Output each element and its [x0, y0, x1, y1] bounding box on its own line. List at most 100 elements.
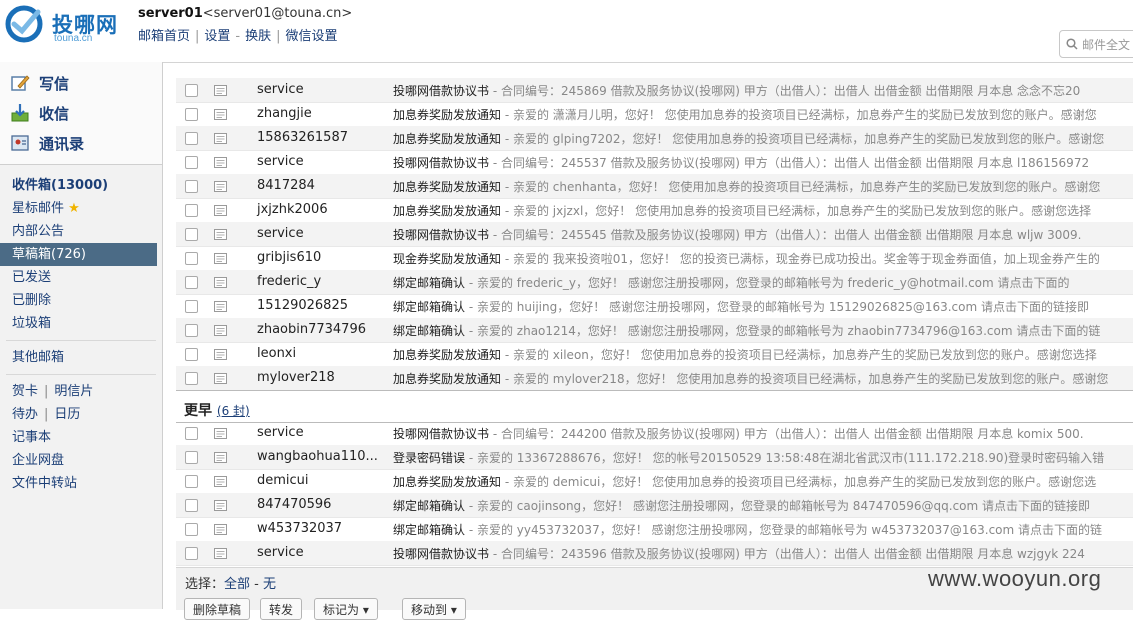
tool-file-transfer[interactable]: 文件中转站 [0, 472, 162, 495]
row-checkbox[interactable] [185, 451, 198, 464]
folder-notice[interactable]: 内部公告 [0, 220, 162, 243]
mail-icon [214, 85, 227, 96]
mail-row[interactable]: gribjis610 现金券奖励发放通知 - 亲爱的 我来投资啦01，您好！ 您的… [176, 246, 1133, 271]
mail-icon [214, 476, 227, 487]
mail-row[interactable]: zhangjie 加息券奖励发放通知 - 亲爱的 潇潇月儿明，您好！ 您使用加息券… [176, 102, 1133, 127]
mail-subject-line: 现金券奖励发放通知 - 亲爱的 我来投资啦01，您好！ 您的投资已满标，现金券已… [393, 250, 1100, 267]
mail-row[interactable]: 15863261587 加息券奖励发放通知 - 亲爱的 glping7202，您好… [176, 126, 1133, 151]
row-checkbox[interactable] [185, 132, 198, 145]
row-checkbox[interactable] [185, 475, 198, 488]
row-checkbox[interactable] [185, 547, 198, 560]
nav-mail-home[interactable]: 邮箱首页 [138, 29, 190, 44]
select-all-link[interactable]: 全部 [224, 577, 250, 592]
mail-row[interactable]: service 投哪网借款协议书 - 合同编号：244200 借款及服务协议(投哪… [176, 421, 1133, 446]
mail-sender: demicui [257, 473, 309, 488]
mail-sender: frederic_y [257, 274, 322, 289]
row-checkbox[interactable] [185, 108, 198, 121]
mail-subject: 现金券奖励发放通知 [393, 252, 502, 266]
row-checkbox[interactable] [185, 348, 198, 361]
row-checkbox[interactable] [185, 372, 198, 385]
forward-button[interactable]: 转发 [260, 598, 303, 620]
mail-subject-line: 加息券奖励发放通知 - 亲爱的 chenhanta，您好！ 您使用加息券的投资项… [393, 178, 1100, 195]
mail-subject-line: 登录密码错误 - 亲爱的 13367288676，您好！ 您的帐号2015052… [393, 449, 1104, 466]
search-placeholder: 邮件全文 [1082, 38, 1131, 52]
nav-wechat-settings[interactable]: 微信设置 [286, 29, 338, 44]
mail-row[interactable]: jxjzhk2006 加息券奖励发放通知 - 亲爱的 jxjzxl，您好！ 您使用… [176, 198, 1133, 223]
mail-icon [214, 157, 227, 168]
mail-row[interactable]: 15129026825 绑定邮箱确认 - 亲爱的 huijing，您好！ 感谢您注… [176, 294, 1133, 319]
folder-sent[interactable]: 已发送 [0, 266, 162, 289]
mail-preview: - 亲爱的 yy453732037，您好！ 感谢您注册投哪网，您登录的邮箱帐号为… [465, 523, 1103, 537]
row-checkbox[interactable] [185, 204, 198, 217]
folder-starred[interactable]: 星标邮件 ★ [0, 197, 162, 220]
mail-row[interactable]: 8417284 加息券奖励发放通知 - 亲爱的 chenhanta，您好！ 您使用… [176, 174, 1133, 199]
mail-icon [214, 253, 227, 264]
row-checkbox[interactable] [185, 252, 198, 265]
mail-row[interactable]: frederic_y 绑定邮箱确认 - 亲爱的 frederic_y，您好！ 感谢… [176, 270, 1133, 295]
nav-settings[interactable]: 设置 [204, 29, 230, 44]
folder-drafts[interactable]: 草稿箱(726) [0, 243, 157, 266]
mail-icon [214, 548, 227, 559]
tool-greeting-card[interactable]: 贺卡 [12, 384, 38, 399]
receive-button[interactable]: 收信 [10, 101, 69, 125]
mail-preview: - 亲爱的 13367288676，您好！ 您的帐号20150529 13:58… [465, 451, 1105, 465]
mail-preview: - 合同编号：244200 借款及服务协议(投哪网) 甲方（出借人）：出借人 出… [489, 427, 1084, 441]
mail-row[interactable]: service 投哪网借款协议书 - 合同编号：245869 借款及服务协议(投哪… [176, 78, 1133, 103]
mail-icon [214, 452, 227, 463]
tools-row-cards: 贺卡 | 明信片 [12, 384, 94, 399]
mail-row[interactable]: mylover218 加息券奖励发放通知 - 亲爱的 mylover218，您好！… [176, 366, 1133, 391]
row-checkbox[interactable] [185, 276, 198, 289]
folder-junk[interactable]: 垃圾箱 [0, 312, 162, 335]
row-checkbox[interactable] [185, 523, 198, 536]
tool-notepad[interactable]: 记事本 [0, 426, 162, 449]
row-checkbox[interactable] [185, 228, 198, 241]
mail-row[interactable]: demicui 加息券奖励发放通知 - 亲爱的 demicui，您好！ 您使用加息… [176, 469, 1133, 494]
row-checkbox[interactable] [185, 300, 198, 313]
mail-icon [214, 373, 227, 384]
group-count-link[interactable]: (6 封) [217, 404, 250, 418]
mail-icon [214, 428, 227, 439]
mail-row[interactable]: service 投哪网借款协议书 - 合同编号：245537 借款及服务协议(投哪… [176, 150, 1133, 175]
contacts-button[interactable]: 通讯录 [10, 131, 84, 155]
row-checkbox[interactable] [185, 84, 198, 97]
mail-icon [214, 349, 227, 360]
folder-inbox[interactable]: 收件箱(13000) [0, 174, 162, 197]
tool-enterprise-disk[interactable]: 企业网盘 [0, 449, 162, 472]
row-checkbox[interactable] [185, 180, 198, 193]
mail-row[interactable]: leonxi 加息券奖励发放通知 - 亲爱的 xileon，您好！ 您使用加息券的… [176, 342, 1133, 367]
mail-row[interactable]: service 投哪网借款协议书 - 合同编号：245545 借款及服务协议(投哪… [176, 222, 1133, 247]
mail-subject: 投哪网借款协议书 [393, 84, 490, 98]
search-input[interactable]: 邮件全文 [1059, 30, 1133, 58]
row-checkbox[interactable] [185, 156, 198, 169]
folder-other-mailboxes[interactable]: 其他邮箱 [0, 346, 162, 369]
folder-deleted[interactable]: 已删除 [0, 289, 162, 312]
tool-postcard[interactable]: 明信片 [54, 384, 93, 399]
row-checkbox[interactable] [185, 324, 198, 337]
mail-sender: 15863261587 [257, 130, 348, 145]
mail-row[interactable]: 847470596 绑定邮箱确认 - 亲爱的 caojinsong，您好！ 感谢您… [176, 493, 1133, 518]
search-icon [1066, 38, 1078, 50]
mail-subject-line: 加息券奖励发放通知 - 亲爱的 demicui，您好！ 您使用加息券的投资项目已… [393, 473, 1096, 490]
mail-sender: service [257, 425, 304, 440]
mail-row[interactable]: service 投哪网借款协议书 - 合同编号：243596 借款及服务协议(投哪… [176, 541, 1133, 566]
touna-logo[interactable]: 投哪网 touna.cn [2, 4, 122, 44]
account-name: server01 [138, 6, 203, 21]
mail-icon [214, 181, 227, 192]
mail-row[interactable]: w453732037 绑定邮箱确认 - 亲爱的 yy453732037，您好！ 感… [176, 517, 1133, 542]
mail-row[interactable]: wangbaohua110... 登录密码错误 - 亲爱的 13367288676… [176, 445, 1133, 470]
tool-calendar[interactable]: 日历 [54, 407, 80, 422]
mail-row[interactable]: zhaobin7734796 绑定邮箱确认 - 亲爱的 zhao1214，您好！ … [176, 318, 1133, 343]
compose-button[interactable]: 写信 [10, 71, 69, 95]
mail-sender: service [257, 545, 304, 560]
mail-preview: - 亲爱的 我来投资啦01，您好！ 您的投资已满标，现金券已成功投出。奖金等于现… [501, 252, 1100, 266]
mail-preview: - 亲爱的 jxjzxl，您好！ 您使用加息券的投资项目已经满标，加息券产生的奖… [501, 204, 1092, 218]
nav-skin[interactable]: 换肤 [245, 29, 271, 44]
row-checkbox[interactable] [185, 499, 198, 512]
row-checkbox[interactable] [185, 427, 198, 440]
mark-as-dropdown[interactable]: 标记为 ▾ [314, 598, 378, 620]
delete-draft-button[interactable]: 删除草稿 [184, 598, 251, 620]
move-to-dropdown[interactable]: 移动到 ▾ [402, 598, 466, 620]
select-none-link[interactable]: 无 [263, 577, 276, 592]
tool-todo[interactable]: 待办 [12, 407, 38, 422]
mail-sender: service [257, 82, 304, 97]
